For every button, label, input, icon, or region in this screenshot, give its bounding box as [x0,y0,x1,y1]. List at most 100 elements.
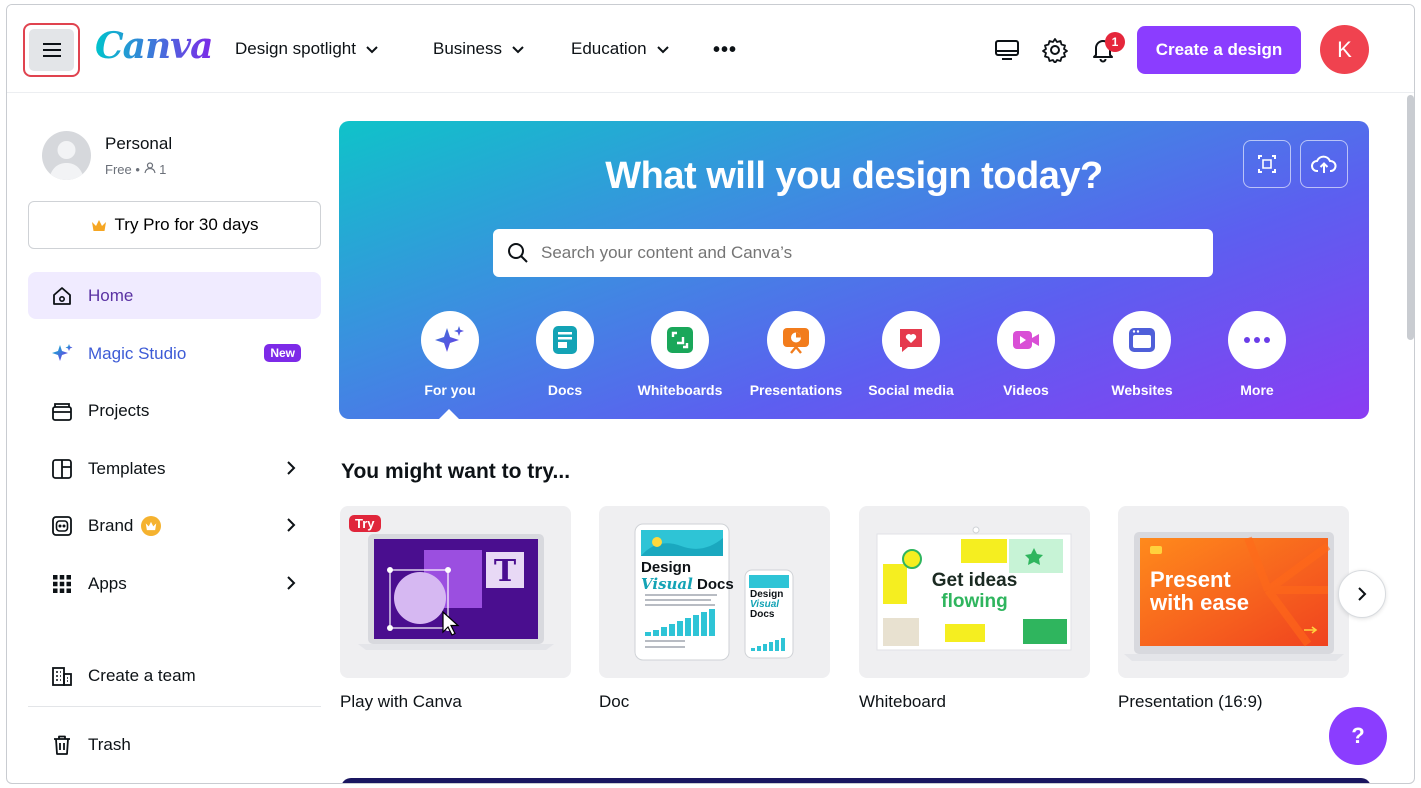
heart-chat-icon [882,311,940,369]
sidebar-item-label: Brand [88,515,134,535]
upload-cloud-icon[interactable] [1300,140,1348,188]
suggestions-title: You might want to try... [341,460,571,483]
crown-icon [91,219,106,231]
profile-name[interactable]: Personal [105,134,172,154]
sidebar-item-apps[interactable]: Apps [28,560,321,607]
category-websites[interactable]: Websites [1084,311,1200,398]
chevron-right-icon [1358,587,1367,601]
more-nav-icon[interactable]: ••• [713,39,737,62]
canva-logo[interactable]: Canva [95,25,213,67]
category-for-you[interactable]: For you [392,311,508,398]
thumb-text: Visual [641,575,693,593]
category-label: Whiteboards [637,382,723,398]
card-thumbnail: T Try [340,506,571,678]
notification-badge: 1 [1105,32,1125,52]
search-input[interactable] [541,243,1181,263]
try-pro-label: Try Pro for 30 days [114,215,259,234]
new-badge: New [264,344,301,362]
card-label: Doc [599,692,630,711]
chevron-down-icon [366,46,378,54]
video-camera-icon [997,311,1055,369]
thumb-text: Present [1150,567,1231,592]
thumb-text: with ease [1150,590,1250,615]
hero-banner: What will you design today? For you Docs… [339,121,1369,419]
profile-avatar[interactable] [42,131,91,180]
sidebar-item-label: Trash [88,734,131,754]
sidebar-item-trash[interactable]: Trash [28,721,321,768]
sidebar-item-templates[interactable]: Templates [28,445,321,492]
custom-size-icon[interactable] [1243,140,1291,188]
category-label: Videos [1003,382,1049,398]
template-icon [50,457,74,481]
more-dots-icon [1228,311,1286,369]
sidebar-item-label: Create a team [88,665,196,685]
sidebar-item-label: Home [88,285,134,305]
folder-icon [50,399,74,423]
hero-search-bar[interactable] [493,229,1213,277]
category-label: For you [424,382,476,398]
suggestion-card-play[interactable]: T Try Play with Canva [340,506,571,712]
profile-plan: Free • 1 [105,162,166,177]
category-whiteboards[interactable]: Whiteboards [622,311,738,398]
suggestion-card-presentation[interactable]: Present with ease Presentation (16:9) [1118,506,1349,712]
page-scrollbar[interactable] [1407,95,1414,340]
plan-label: Free • [105,162,144,177]
desktop-app-icon[interactable] [993,36,1021,64]
website-icon [1113,311,1171,369]
nav-education[interactable]: Education [571,39,671,59]
nav-label: Education [571,39,647,58]
sidebar-item-home[interactable]: Home [28,272,321,319]
category-social-media[interactable]: Social media [853,311,969,398]
create-design-button[interactable]: Create a design [1137,26,1301,74]
category-presentations[interactable]: Presentations [738,311,854,398]
sidebar-item-brand[interactable]: Brand [28,502,321,549]
chevron-right-icon [287,461,296,475]
category-docs[interactable]: Docs [507,311,623,398]
doc-thumb-title-small: Design Visual Docs [750,590,783,620]
suggestion-card-whiteboard[interactable]: Get ideas flowing Whiteboard [859,506,1090,712]
gear-icon[interactable] [1041,36,1069,64]
sidebar-item-label: Magic Studio [88,343,187,363]
doc-thumb-title: Design Visual Docs [641,560,734,593]
category-label: Presentations [749,382,843,398]
sidebar-item-magic-studio[interactable]: Magic Studio New [28,330,321,377]
category-label: More [1240,382,1274,398]
category-videos[interactable]: Videos [968,311,1084,398]
thumb-text: Get ideas [931,570,1018,591]
suggestion-card-doc[interactable]: Design Visual Docs Design Visual Docs Do… [599,506,830,712]
app-window: Canva Design spotlight Business Educatio… [6,4,1415,784]
category-more[interactable]: More [1199,311,1315,398]
person-icon [143,162,156,174]
nav-business[interactable]: Business [433,39,526,59]
menu-toggle-button[interactable] [23,23,80,77]
sidebar: Personal Free • 1 Try Pro for 30 days Ho… [7,94,337,783]
sidebar-item-label: Templates [88,458,166,478]
apps-grid-icon [50,572,74,596]
crown-icon [141,515,162,536]
category-label: Websites [1111,382,1173,398]
help-button[interactable]: ? [1329,707,1387,765]
sidebar-item-create-team[interactable]: Create a team [28,652,321,699]
thumb-text-line: Visual Docs [641,576,734,593]
card-label: Whiteboard [859,692,946,711]
carousel-next-button[interactable] [1338,570,1386,618]
chevron-down-icon [512,46,524,54]
nav-design-spotlight[interactable]: Design spotlight [235,39,380,59]
card-thumbnail: Present with ease [1118,506,1349,678]
try-pro-button[interactable]: Try Pro for 30 days [28,201,321,249]
chevron-right-icon [287,518,296,532]
hero-title: What will you design today? [605,155,1103,197]
top-bar: Canva Design spotlight Business Educatio… [7,5,1414,93]
next-section-banner [341,778,1371,783]
user-avatar[interactable]: K [1320,25,1369,74]
category-label: Docs [547,382,583,398]
presentation-icon [767,311,825,369]
card-thumbnail: Design Visual Docs Design Visual Docs [599,506,830,678]
home-icon [50,284,74,308]
card-label: Presentation (16:9) [1118,692,1263,711]
card-label: Play with Canva [340,692,462,711]
sidebar-item-projects[interactable]: Projects [28,387,321,434]
chevron-right-icon [287,576,296,590]
docs-icon [536,311,594,369]
sidebar-item-label: Apps [88,573,127,593]
